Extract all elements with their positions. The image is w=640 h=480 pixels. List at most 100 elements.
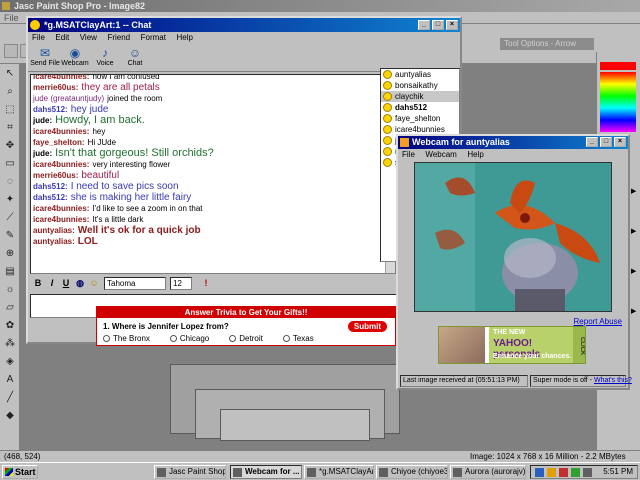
- chat-button[interactable]: ☺ Chat: [120, 46, 150, 67]
- color-spectrum[interactable]: [600, 72, 636, 132]
- close-button[interactable]: ×: [614, 137, 626, 147]
- user-list-item[interactable]: auntyalias: [381, 69, 459, 80]
- chat-message-nick[interactable]: dahs512:: [33, 193, 68, 202]
- taskbar-task-button[interactable]: Jasc Paint Shop ...: [154, 465, 226, 479]
- trivia-option[interactable]: Chicago: [169, 334, 209, 343]
- chat-message-nick[interactable]: auntyalias:: [33, 237, 75, 246]
- minimize-button[interactable]: _: [418, 20, 430, 30]
- speaker-icon[interactable]: [583, 468, 592, 477]
- taskbar-task-button[interactable]: Aurora (aurorajv)...: [450, 465, 526, 479]
- chat-message-nick[interactable]: merrie60us:: [33, 171, 78, 180]
- trivia-ad-banner[interactable]: Answer Trivia to Get Your Gifts!! 1. Whe…: [96, 306, 396, 346]
- chat-message-nick[interactable]: auntyalias:: [33, 226, 75, 235]
- font-select[interactable]: Tahoma: [104, 277, 166, 290]
- chat-message-nick[interactable]: icare4bunnies:: [33, 204, 89, 213]
- psp-toolbar-button[interactable]: [4, 44, 18, 58]
- arrow-right-icon[interactable]: ▶: [631, 307, 639, 315]
- retouch-tool-icon[interactable]: ☼: [2, 282, 18, 298]
- psp-menu-file[interactable]: File: [0, 13, 23, 23]
- eraser-tool-icon[interactable]: ▱: [2, 300, 18, 316]
- tray-icon[interactable]: [547, 468, 556, 477]
- picture-tube-icon[interactable]: ✿: [2, 318, 18, 334]
- ad-click-label[interactable]: CLICK: [573, 327, 585, 363]
- menu-edit[interactable]: Edit: [51, 33, 73, 42]
- whats-this-link[interactable]: What's this?: [594, 377, 632, 384]
- user-list-item[interactable]: bonsaikathy: [381, 80, 459, 91]
- tray-icon[interactable]: [559, 468, 568, 477]
- arrow-right-icon[interactable]: ▶: [631, 227, 639, 235]
- arrow-right-icon[interactable]: ▶: [631, 187, 639, 195]
- close-button[interactable]: ×: [446, 20, 458, 30]
- chat-message-nick[interactable]: jude (greatauntjudy): [33, 94, 104, 103]
- radio-icon[interactable]: [282, 335, 290, 342]
- taskbar-task-button[interactable]: *g.MSATClayArt...: [304, 465, 374, 479]
- yahoo-personals-ad[interactable]: THE NEW YAHOO! personals Enhance your ch…: [438, 326, 586, 364]
- chat-message-nick[interactable]: jude:: [33, 149, 52, 158]
- maximize-button[interactable]: □: [432, 20, 444, 30]
- trivia-option[interactable]: Texas: [282, 334, 314, 343]
- menu-file[interactable]: File: [28, 33, 49, 42]
- radio-icon[interactable]: [103, 335, 110, 342]
- chat-message-nick[interactable]: dahs512:: [33, 105, 68, 114]
- webcam-menu-file[interactable]: File: [398, 150, 419, 159]
- minimize-button[interactable]: _: [586, 137, 598, 147]
- psp-title-bar[interactable]: Jasc Paint Shop Pro - Image82: [0, 0, 640, 12]
- color-swatch-red[interactable]: [600, 62, 636, 70]
- tray-icon[interactable]: [535, 468, 544, 477]
- chat-title-bar[interactable]: *g.MSATClayArt:1 -- Chat _ □ ×: [28, 18, 460, 32]
- menu-view[interactable]: View: [76, 33, 101, 42]
- dropper-tool-icon[interactable]: ⟋: [2, 210, 18, 226]
- zoom-tool-icon[interactable]: ⌕: [2, 84, 18, 100]
- radio-icon[interactable]: [229, 335, 237, 342]
- taskbar-task-button[interactable]: Webcam for ...: [230, 465, 302, 479]
- chat-message-nick[interactable]: icare4bunnies:: [33, 75, 89, 81]
- arrow-right-icon[interactable]: ▶: [631, 267, 639, 275]
- trivia-option[interactable]: Detroit: [229, 334, 263, 343]
- webcam-menu-help[interactable]: Help: [463, 150, 487, 159]
- color-replacer-icon[interactable]: ▤: [2, 264, 18, 280]
- shape-tool-icon[interactable]: ◆: [2, 408, 18, 424]
- user-list-item[interactable]: faye_shelton: [381, 113, 459, 124]
- crop-tool-icon[interactable]: ⌗: [2, 120, 18, 136]
- bold-button[interactable]: B: [32, 277, 44, 289]
- move-tool-icon[interactable]: ✥: [2, 138, 18, 154]
- font-size-select[interactable]: 12: [170, 277, 192, 290]
- chat-message-nick[interactable]: icare4bunnies:: [33, 160, 89, 169]
- text-tool-icon[interactable]: A: [2, 372, 18, 388]
- paintbrush-tool-icon[interactable]: ✎: [2, 228, 18, 244]
- report-abuse-link[interactable]: Report Abuse: [574, 317, 622, 326]
- user-list-item[interactable]: claychik: [381, 91, 459, 102]
- maximize-button[interactable]: □: [600, 137, 612, 147]
- selection-tool-icon[interactable]: ▭: [2, 156, 18, 172]
- lasso-tool-icon[interactable]: ◌: [2, 174, 18, 190]
- fill-tool-icon[interactable]: ◈: [2, 354, 18, 370]
- emoticon-icon[interactable]: ☺: [88, 277, 100, 289]
- chat-message-nick[interactable]: jude:: [33, 116, 52, 125]
- chat-message-nick[interactable]: icare4bunnies:: [33, 215, 89, 224]
- underline-button[interactable]: U: [60, 277, 72, 289]
- chat-message-nick[interactable]: faye_shelton:: [33, 138, 85, 147]
- menu-format[interactable]: Format: [137, 33, 170, 42]
- arrow-tool-icon[interactable]: ↖: [2, 66, 18, 82]
- draw-tool-icon[interactable]: ╱: [2, 390, 18, 406]
- voice-button[interactable]: ♪ Voice: [90, 46, 120, 67]
- taskbar-task-button[interactable]: Chiyoe (chiyoe3...: [376, 465, 448, 479]
- trivia-submit-button[interactable]: Submit: [347, 321, 387, 332]
- webcam-button[interactable]: ◉ Webcam: [60, 46, 90, 67]
- trivia-option[interactable]: The Bronx: [103, 334, 150, 343]
- magic-wand-icon[interactable]: ✦: [2, 192, 18, 208]
- menu-help[interactable]: Help: [173, 33, 197, 42]
- italic-button[interactable]: I: [46, 277, 58, 289]
- webcam-menu-webcam[interactable]: Webcam: [421, 150, 460, 159]
- deform-tool-icon[interactable]: ⬚: [2, 102, 18, 118]
- chat-message-nick[interactable]: dahs512:: [33, 182, 68, 191]
- user-list-item[interactable]: dahs512: [381, 102, 459, 113]
- chat-message-nick[interactable]: icare4bunnies:: [33, 127, 89, 136]
- radio-icon[interactable]: [169, 335, 177, 342]
- alert-icon[interactable]: !: [200, 277, 212, 289]
- tray-icon[interactable]: [571, 468, 580, 477]
- chat-message-nick[interactable]: merrie60us:: [33, 83, 78, 92]
- menu-friend[interactable]: Friend: [103, 33, 134, 42]
- send-file-button[interactable]: ✉ Send File: [30, 46, 60, 67]
- webcam-title-bar[interactable]: Webcam for auntyalias _ □ ×: [398, 136, 628, 149]
